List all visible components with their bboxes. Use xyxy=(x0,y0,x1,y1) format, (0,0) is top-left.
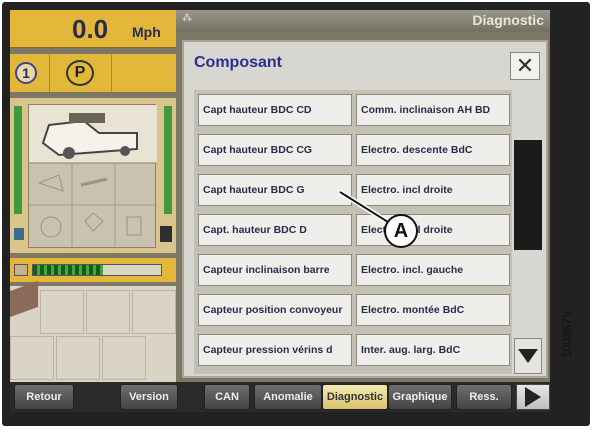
tab-anomalie[interactable]: Anomalie xyxy=(254,384,322,410)
tab-graphique[interactable]: Graphique xyxy=(388,384,452,410)
tab-version[interactable]: Version xyxy=(120,384,178,410)
callout-leader xyxy=(338,189,390,225)
bottom-toolbar: Retour Version CAN Anomalie Diagnostic G… xyxy=(10,382,550,412)
arrow-right-icon xyxy=(525,387,541,407)
tab-can[interactable]: CAN xyxy=(204,384,250,410)
tab-diagnostic[interactable]: Diagnostic xyxy=(322,384,388,410)
tab-ress[interactable]: Ress. xyxy=(456,384,512,410)
tab-retour[interactable]: Retour xyxy=(14,384,74,410)
figure-number: 1003675 xyxy=(560,311,574,358)
callout-label: A xyxy=(384,214,418,248)
next-page-button[interactable] xyxy=(516,384,550,410)
